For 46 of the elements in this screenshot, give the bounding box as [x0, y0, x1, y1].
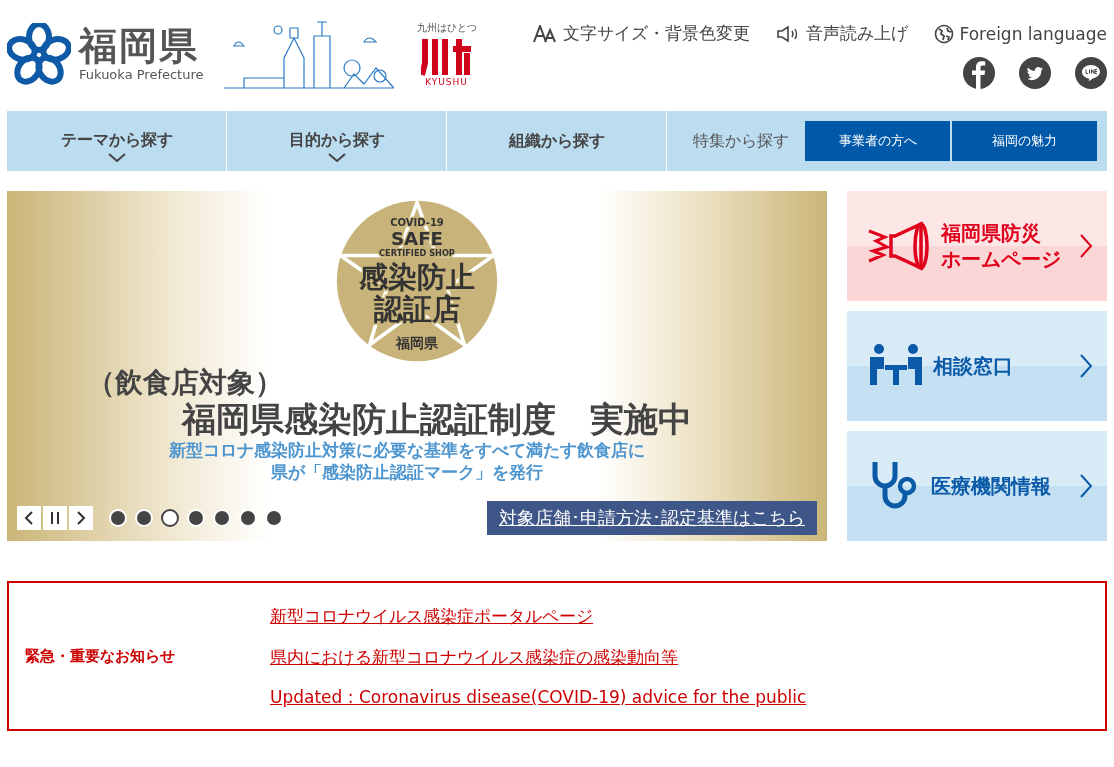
- banner-link-button[interactable]: 対象店舗･申請方法･認定基準はこちら: [487, 501, 817, 535]
- chevron-icon: [1079, 473, 1093, 499]
- side-link-card[interactable]: 相談窓口: [847, 311, 1107, 421]
- facebook-icon[interactable]: [963, 57, 995, 89]
- utility-link[interactable]: 文字サイズ・背景色変更: [532, 22, 750, 45]
- banner-heading: 福岡県感染防止認証制度 実施中: [182, 399, 692, 439]
- feature-button[interactable]: 事業者の方へ: [805, 121, 950, 161]
- logo-title: 福岡県: [79, 25, 200, 67]
- chevron-icon: [1079, 233, 1093, 259]
- notice-link[interactable]: 新型コロナウイルス感染症ポータルページ: [270, 605, 807, 628]
- side-link-card[interactable]: 福岡県防災 ホームページ: [847, 191, 1107, 301]
- chevron-left-icon: [24, 511, 34, 525]
- caret-icon: [327, 153, 346, 162]
- utility-link[interactable]: 音声読み上げ: [775, 22, 908, 45]
- speaker-icon: [775, 24, 800, 43]
- nav-tab[interactable]: 組織から探す: [447, 111, 667, 171]
- notice-link[interactable]: Updated : Coronavirus disease(COVID-19) advice for the public: [270, 687, 807, 707]
- feature-button[interactable]: 福岡の魅力: [952, 121, 1097, 161]
- flower-emblem-icon: [7, 23, 71, 85]
- nav-tab[interactable]: 目的から探す: [227, 111, 447, 171]
- banner-description: 新型コロナ感染防止対策に必要な基準をすべて満たす飲食店に 県が「感染防止認証マーク」を発行: [169, 439, 645, 483]
- side-link-label: 医療機関情報: [931, 473, 1052, 499]
- chevron-icon: [1079, 353, 1093, 379]
- side-link-label: 相談窓口: [933, 353, 1014, 379]
- caret-icon: [107, 153, 126, 162]
- twitter-icon[interactable]: [1019, 57, 1051, 89]
- logo-subtitle: Fukuoka Prefecture: [79, 67, 204, 83]
- side-link-label: 福岡県防災 ホームページ: [941, 220, 1062, 272]
- globe-icon: [933, 23, 954, 44]
- side-link-card[interactable]: 医療機関情報: [847, 431, 1107, 541]
- pause-button[interactable]: [43, 506, 67, 530]
- nav-tab[interactable]: テーマから探す: [7, 111, 227, 171]
- utility-link[interactable]: Foreign language: [933, 22, 1107, 45]
- previous-button[interactable]: [17, 506, 41, 530]
- pause-icon: [50, 511, 60, 525]
- chat-bubble-icon[interactable]: [1075, 57, 1107, 89]
- font-size-icon: [532, 24, 557, 43]
- notice-title: 緊急・重要なお知らせ: [24, 646, 176, 666]
- kyushu-wordmark: KYUSHU: [425, 77, 468, 87]
- notice-link[interactable]: 県内における新型コロナウイルス感染症の感染動向等: [270, 646, 807, 669]
- next-button[interactable]: [69, 506, 93, 530]
- banner-subheading: （飲食店対象）: [87, 367, 283, 399]
- kyushu-tagline: 九州はひとつ: [416, 21, 477, 35]
- feature-label: 特集から探す: [693, 130, 789, 152]
- slide-dot[interactable]: [161, 509, 179, 527]
- chevron-right-icon: [76, 511, 86, 525]
